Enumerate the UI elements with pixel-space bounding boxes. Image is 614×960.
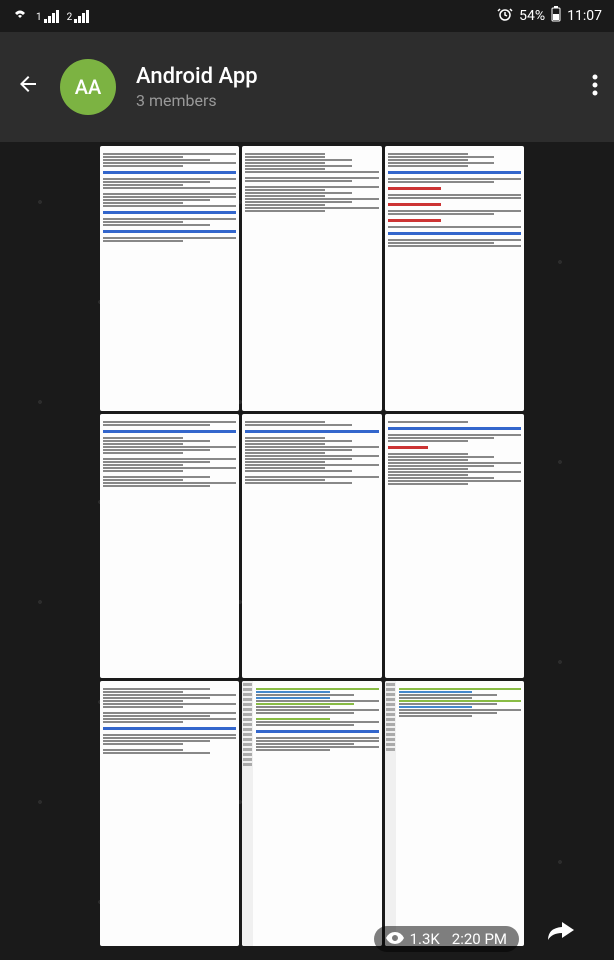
media-thumbnail[interactable]	[242, 414, 381, 679]
forward-button[interactable]	[538, 908, 582, 952]
sim2-signal: 2	[67, 10, 90, 23]
chat-info[interactable]: Android App 3 members	[136, 64, 572, 110]
clock-time: 11:07	[567, 8, 602, 24]
battery-icon	[551, 6, 561, 26]
chat-content[interactable]: 1.3K 2:20 PM	[0, 142, 614, 960]
media-thumbnail[interactable]	[100, 681, 239, 946]
media-thumbnail[interactable]	[385, 414, 524, 679]
wifi-icon	[12, 7, 28, 25]
avatar[interactable]: AA	[60, 59, 116, 115]
eye-icon	[386, 930, 404, 948]
media-thumbnail[interactable]	[385, 146, 524, 411]
chat-subtitle: 3 members	[136, 91, 572, 110]
alarm-icon	[497, 6, 513, 26]
avatar-initials: AA	[75, 75, 102, 99]
chat-header: AA Android App 3 members	[0, 32, 614, 142]
status-right: 54% 11:07	[497, 6, 602, 26]
battery-percent: 54%	[519, 8, 545, 24]
status-left: 1 2	[12, 7, 89, 25]
message-time: 2:20 PM	[452, 930, 507, 948]
media-thumbnail[interactable]	[100, 146, 239, 411]
message-footer: 1.3K 2:20 PM	[374, 926, 519, 952]
chat-title: Android App	[136, 64, 572, 89]
media-album[interactable]	[100, 146, 524, 946]
media-thumbnail[interactable]	[385, 681, 524, 946]
status-bar: 1 2 54% 11:07	[0, 0, 614, 32]
views-badge: 1.3K 2:20 PM	[374, 926, 519, 952]
media-thumbnail[interactable]	[100, 414, 239, 679]
sim1-signal: 1	[36, 10, 59, 23]
back-button[interactable]	[16, 72, 40, 102]
view-count: 1.3K	[410, 930, 440, 948]
media-thumbnail[interactable]	[242, 146, 381, 411]
media-thumbnail[interactable]	[242, 681, 381, 946]
menu-button[interactable]	[592, 74, 598, 101]
